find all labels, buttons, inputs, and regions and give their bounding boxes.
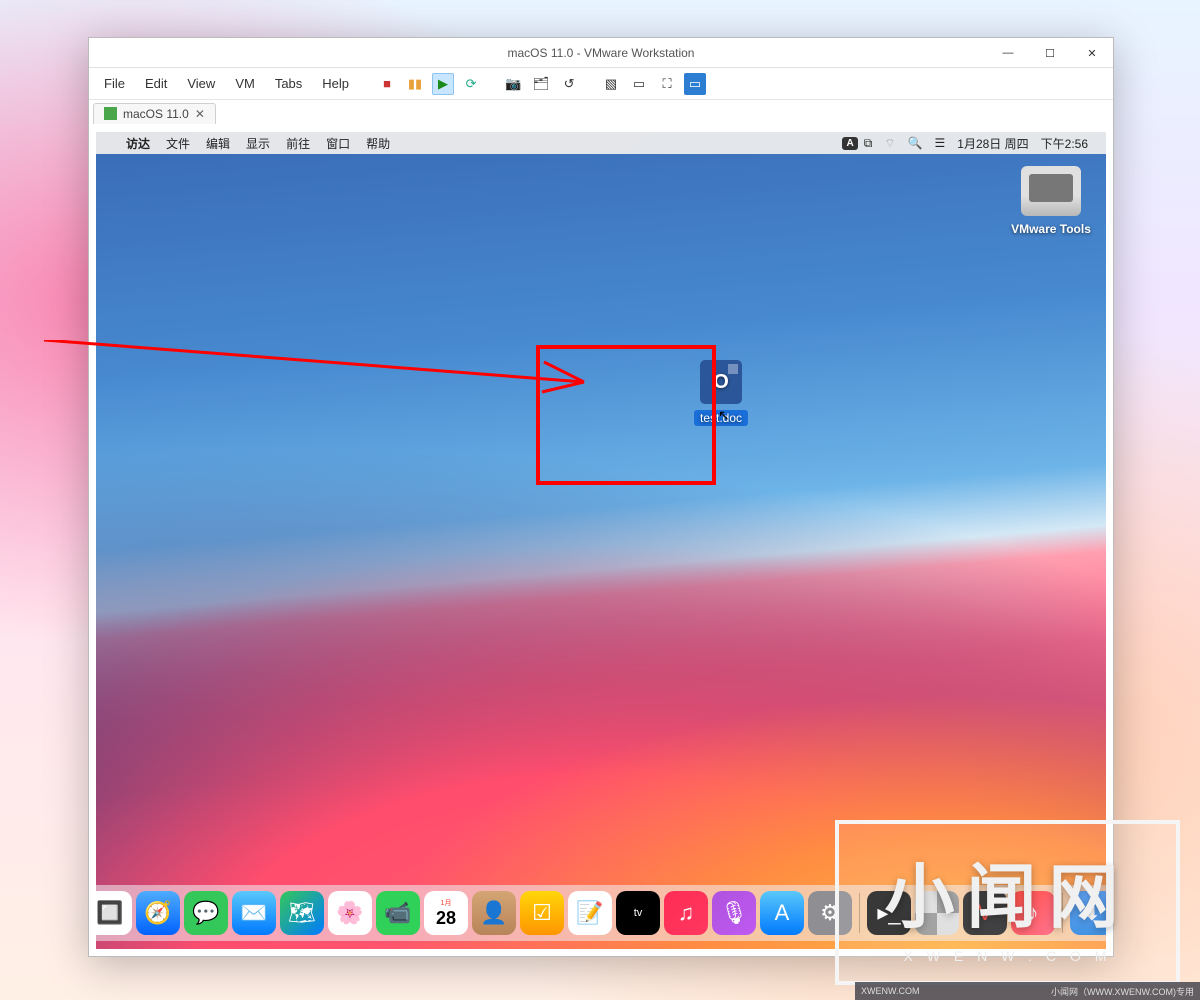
dock-messages[interactable]: 💬 xyxy=(184,891,228,935)
dock-safari[interactable]: 🧭 xyxy=(136,891,180,935)
dock-mail[interactable]: ✉️ xyxy=(232,891,276,935)
vmware-window: macOS 11.0 - VMware Workstation — ☐ ✕ Fi… xyxy=(88,37,1114,957)
pause-icon[interactable]: ▮▮ xyxy=(404,73,426,95)
close-button[interactable]: ✕ xyxy=(1071,38,1113,68)
snapshot-icon[interactable]: 📷 xyxy=(502,73,524,95)
input-method-badge[interactable]: A xyxy=(842,137,857,150)
dock-notes[interactable]: 📝 xyxy=(568,891,612,935)
vm-tab-icon xyxy=(104,107,117,120)
mac-menu-help[interactable]: 帮助 xyxy=(358,135,398,152)
unity-icon[interactable]: ▭ xyxy=(684,73,706,95)
menu-help[interactable]: Help xyxy=(315,72,356,95)
vm-tab-close-icon[interactable]: ✕ xyxy=(195,107,205,121)
window-title: macOS 11.0 - VMware Workstation xyxy=(508,46,695,60)
power-off-icon[interactable]: ■ xyxy=(376,73,398,95)
menu-tabs[interactable]: Tabs xyxy=(268,72,309,95)
window-titlebar[interactable]: macOS 11.0 - VMware Workstation — ☐ ✕ xyxy=(89,38,1113,68)
fullscreen-icon[interactable]: ⛶ xyxy=(656,73,678,95)
dock-tv[interactable]: tv xyxy=(616,891,660,935)
revert-icon[interactable]: ↺ xyxy=(558,73,580,95)
vm-tab-bar: macOS 11.0 ✕ xyxy=(89,100,1113,126)
console-icon[interactable]: ▭ xyxy=(628,73,650,95)
menu-file[interactable]: File xyxy=(97,72,132,95)
menu-vm[interactable]: VM xyxy=(228,72,262,95)
menu-edit[interactable]: Edit xyxy=(138,72,174,95)
restart-icon[interactable]: ⟳ xyxy=(460,73,482,95)
word-doc-icon: O xyxy=(700,360,742,404)
vm-tab-label: macOS 11.0 xyxy=(123,107,189,121)
desktop-icon-vmware-tools[interactable]: VMware Tools xyxy=(1006,166,1096,236)
display-mirror-icon[interactable]: ⧉ xyxy=(864,136,873,151)
maximize-button[interactable]: ☐ xyxy=(1029,38,1071,68)
dock-facetime[interactable]: 📹 xyxy=(376,891,420,935)
mac-menu-go[interactable]: 前往 xyxy=(278,135,318,152)
mac-menu-file[interactable]: 文件 xyxy=(158,135,198,152)
dock-photos[interactable]: 🌸 xyxy=(328,891,372,935)
menubar-date[interactable]: 1月28日 周四 xyxy=(957,135,1028,152)
mac-menu-app[interactable]: 访达 xyxy=(118,135,158,152)
macos-menubar: 访达 文件 编辑 显示 前往 窗口 帮助 A ⧉ ⌔ 🔍 ☰ 1月28日 周四 … xyxy=(96,132,1106,154)
mac-menu-edit[interactable]: 编辑 xyxy=(198,135,238,152)
mac-menu-view[interactable]: 显示 xyxy=(238,135,278,152)
vmware-menubar: File Edit View VM Tabs Help ■ ▮▮ ▶ ⟳ 📷 🗂… xyxy=(89,68,1113,100)
dock-reminders[interactable]: ☑ xyxy=(520,891,564,935)
menu-view[interactable]: View xyxy=(180,72,222,95)
dock-maps[interactable]: 🗺 xyxy=(280,891,324,935)
dock-music[interactable]: ♫ xyxy=(664,891,708,935)
watermark-cn: 小闻网 xyxy=(885,841,1131,942)
cursor-icon: ↖ xyxy=(718,407,730,424)
play-icon[interactable]: ▶ xyxy=(432,73,454,95)
menubar-time[interactable]: 下午2:56 xyxy=(1041,135,1088,152)
dock-contacts[interactable]: 👤 xyxy=(472,891,516,935)
snapshot-manager-icon[interactable]: 🗂 xyxy=(530,73,552,95)
spotlight-icon[interactable]: 🔍 xyxy=(908,136,923,150)
wifi-icon[interactable]: ⌔ xyxy=(884,136,895,151)
mac-menu-window[interactable]: 窗口 xyxy=(318,135,358,152)
watermark: 小闻网 X W E N W . C O M xyxy=(835,820,1180,985)
minimize-button[interactable]: — xyxy=(987,38,1029,68)
vmware-tools-label: VMware Tools xyxy=(1006,222,1096,236)
dock-launchpad[interactable]: 🔲 xyxy=(96,891,132,935)
vm-tab[interactable]: macOS 11.0 ✕ xyxy=(93,103,216,124)
disk-icon xyxy=(1021,166,1081,216)
watermark-footer: XWENW.COM 小闻网（WWW.XWENW.COM)专用 xyxy=(855,982,1200,1000)
watermark-en: X W E N W . C O M xyxy=(904,948,1112,964)
dock-podcasts[interactable]: 🎙 xyxy=(712,891,756,935)
control-center-icon[interactable]: ☰ xyxy=(935,136,946,150)
dock-appstore[interactable]: A xyxy=(760,891,804,935)
dock-calendar[interactable]: 1月 28 xyxy=(424,891,468,935)
thumbnail-icon[interactable]: ▧ xyxy=(600,73,622,95)
